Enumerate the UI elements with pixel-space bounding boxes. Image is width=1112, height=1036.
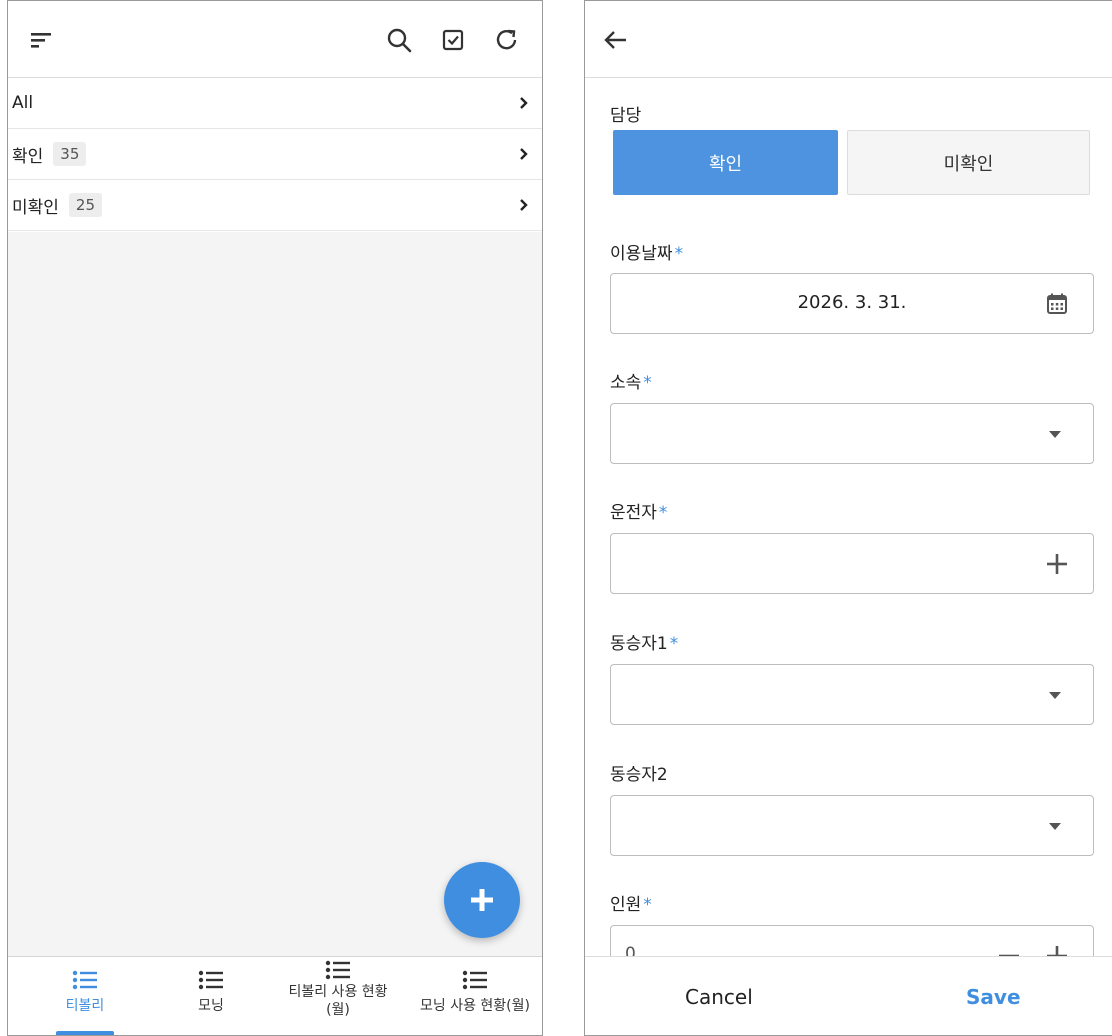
filter-list: All 확인 35 미확인 25 <box>8 78 542 231</box>
required-mark: * <box>658 503 668 523</box>
date-label: 이용날짜 * <box>610 244 684 264</box>
date-value: 2026. 3. 31. <box>797 292 907 313</box>
chevron-right-icon <box>520 199 528 211</box>
chevron-right-icon <box>520 148 528 160</box>
list-item-label: 미확인 <box>12 197 59 218</box>
plus-icon[interactable] <box>1043 550 1071 578</box>
nav-tab-tivoli[interactable]: 티볼리 <box>36 957 134 1035</box>
top-app-bar <box>8 1 542 78</box>
list-item-label: 확인 <box>12 146 44 167</box>
active-tab-indicator <box>56 1031 114 1035</box>
refresh-icon[interactable] <box>492 25 522 55</box>
count-badge: 35 <box>53 142 87 166</box>
chevron-right-icon <box>520 97 528 109</box>
assignee-option-unconfirmed[interactable]: 미확인 <box>847 130 1090 195</box>
list-item-label: All <box>12 93 34 113</box>
checkbox-icon[interactable] <box>438 25 468 55</box>
driver-field[interactable] <box>610 533 1094 594</box>
passenger1-select[interactable] <box>610 664 1094 725</box>
save-button[interactable]: Save <box>966 985 1021 1009</box>
nav-tab-morning[interactable]: 모닝 <box>162 957 260 1035</box>
empty-area <box>8 232 542 956</box>
people-label: 인원 * <box>610 895 652 915</box>
required-mark: * <box>669 634 679 654</box>
dropdown-caret-icon <box>1049 823 1061 830</box>
nav-label: 모닝 <box>198 998 224 1014</box>
add-fab-button[interactable] <box>444 862 520 938</box>
driver-label: 운전자 * <box>610 503 668 523</box>
nav-label: 티볼리 <box>65 998 105 1014</box>
bottom-navigation: 티볼리 모닝 티볼리 사용 현황 (월) 모닝 사용 현황(월) <box>8 956 542 1035</box>
arrow-left-icon[interactable] <box>601 25 631 55</box>
nav-tab-tivoli-monthly[interactable]: 티볼리 사용 현황 (월) <box>270 957 406 1035</box>
count-badge: 25 <box>68 193 103 217</box>
dropdown-caret-icon <box>1049 692 1061 699</box>
list-item-all[interactable]: All <box>8 78 542 129</box>
dropdown-caret-icon <box>1049 431 1061 438</box>
list-icon <box>198 970 223 990</box>
assignee-label: 담당 <box>610 106 642 126</box>
list-screen: All 확인 35 미확인 25 티볼리 모닝 티볼리 사용 현황 (월) 모닝… <box>7 0 543 1036</box>
affiliation-label: 소속 * <box>610 373 652 393</box>
plus-icon <box>471 889 493 911</box>
list-icon <box>462 970 487 990</box>
search-icon[interactable] <box>384 25 414 55</box>
calendar-icon[interactable] <box>1043 290 1071 318</box>
nav-label: 모닝 사용 현황(월) <box>420 998 530 1014</box>
cancel-button[interactable]: Cancel <box>685 985 753 1009</box>
list-icon <box>325 960 350 980</box>
form-app-bar <box>585 1 1112 78</box>
sort-menu-icon[interactable] <box>26 25 56 55</box>
list-icon <box>72 970 97 990</box>
required-mark: * <box>643 895 652 915</box>
affiliation-select[interactable] <box>610 403 1094 464</box>
passenger1-label: 동승자1 * <box>610 634 679 654</box>
list-item-confirmed[interactable]: 확인 35 <box>8 129 542 180</box>
form-footer: Cancel Save <box>585 956 1112 1035</box>
nav-tab-morning-monthly[interactable]: 모닝 사용 현황(월) <box>406 957 542 1035</box>
required-mark: * <box>643 373 652 393</box>
list-item-unconfirmed[interactable]: 미확인 25 <box>8 180 542 231</box>
form-screen: 담당 확인 미확인 이용날짜 * 2026. 3. 31. 소속 * 운전자 * 동승… <box>584 0 1112 1036</box>
nav-label: 티볼리 사용 현황 (월) <box>288 984 388 1018</box>
assignee-option-confirmed[interactable]: 확인 <box>613 130 838 195</box>
passenger2-label: 동승자2 <box>610 765 668 785</box>
date-field[interactable]: 2026. 3. 31. <box>610 273 1094 334</box>
passenger2-select[interactable] <box>610 795 1094 856</box>
required-mark: * <box>674 244 684 264</box>
